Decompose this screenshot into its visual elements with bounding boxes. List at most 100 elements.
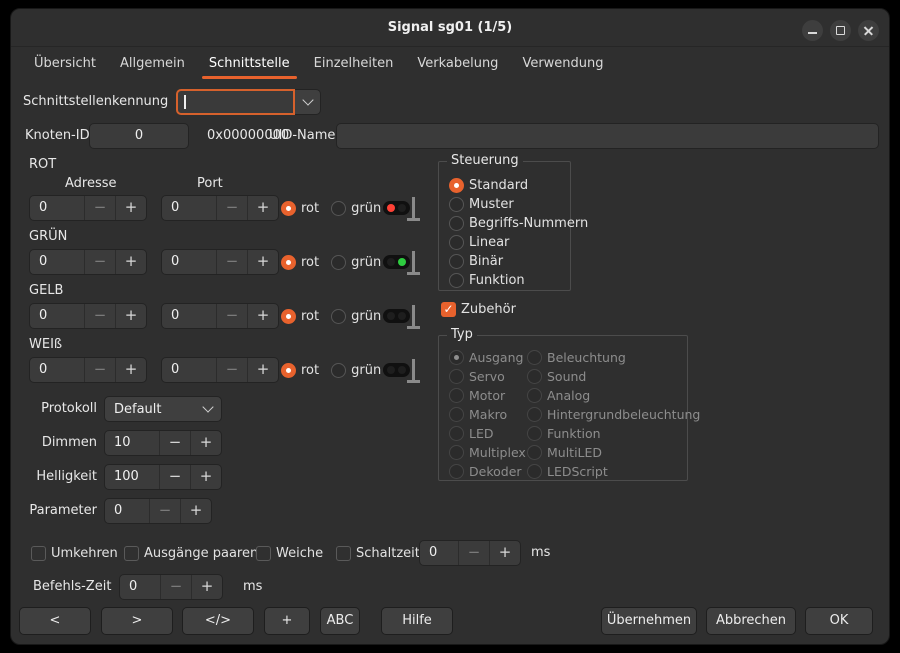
increment-button[interactable]: + [247,304,278,328]
gruen-address-spinbutton[interactable]: 0 − + [29,249,147,275]
tab-verkabelung[interactable]: Verkabelung [405,47,510,80]
increment-button[interactable]: + [489,541,520,565]
schaltzeit-spinbutton[interactable]: 0 − + [419,540,521,566]
spin-value[interactable]: 0 [105,499,149,523]
abc-button[interactable]: ABC [320,607,360,635]
decrement-button[interactable]: − [216,250,247,274]
schnittstellenkennung-input[interactable] [176,89,295,115]
increment-button[interactable]: + [115,196,146,220]
rot-radio[interactable] [281,254,296,270]
funktion-radio[interactable] [449,272,464,288]
helligkeit-spinbutton[interactable]: 100 − + [104,464,222,490]
increment-button[interactable]: + [247,196,278,220]
spin-value[interactable]: 100 [105,465,159,489]
decrement-button[interactable]: − [159,431,190,455]
standard-radio[interactable] [449,177,464,193]
tab-schnittstelle[interactable]: Schnittstelle [197,47,302,80]
gruen-port-spinbutton[interactable]: 0 − + [161,249,279,275]
tab-uebersicht[interactable]: Übersicht [22,47,108,80]
knoten-id-input[interactable]: 0 [89,123,189,149]
gruen-radio[interactable] [331,254,347,270]
zubehoer-checkbox[interactable] [441,301,456,317]
schnittstellenkennung-dropdown-button[interactable] [295,89,321,115]
spin-value[interactable]: 0 [420,541,458,565]
decrement-button[interactable]: − [216,196,247,220]
spin-value[interactable]: 0 [30,250,84,274]
next-button[interactable]: > [101,607,173,635]
gruen-radio[interactable] [331,308,347,324]
rot-radio[interactable] [281,200,296,216]
increment-button[interactable]: + [190,465,221,489]
binaer-radio[interactable] [449,253,464,269]
signal-lamp-1 [387,366,395,374]
befehls-zeit-spinbutton[interactable]: 0 − + [119,574,223,600]
rot-radio[interactable] [281,362,296,378]
uid-name-input[interactable] [336,123,879,149]
gelb-port-spinbutton[interactable]: 0 − + [161,303,279,329]
rot-radio[interactable] [281,308,296,324]
decrement-button[interactable]: − [84,196,115,220]
weiche-checkbox[interactable] [256,545,271,561]
maximize-button[interactable] [830,20,851,41]
increment-button[interactable]: + [115,304,146,328]
increment-button[interactable]: + [191,575,222,599]
spin-value[interactable]: 0 [30,304,84,328]
help-button[interactable]: Hilfe [381,607,453,635]
tab-allgemein[interactable]: Allgemein [108,47,197,80]
gelb-address-spinbutton[interactable]: 0 − + [29,303,147,329]
decrement-button[interactable]: − [216,358,247,382]
typ-option-dekoder: Dekoder [449,462,522,480]
window-title: Signal sg01 (1/5) [387,20,513,35]
decrement-button[interactable]: − [84,304,115,328]
tab-einzelheiten[interactable]: Einzelheiten [302,47,406,80]
spin-value[interactable]: 0 [30,196,84,220]
increment-button[interactable]: + [247,358,278,382]
spin-value[interactable]: 0 [162,304,216,328]
schaltzeit-checkbox[interactable] [336,545,351,561]
weiss-address-spinbutton[interactable]: 0 − + [29,357,147,383]
prev-button[interactable]: < [19,607,91,635]
tab-verwendung[interactable]: Verwendung [510,47,615,80]
rot-address-spinbutton[interactable]: 0 − + [29,195,147,221]
apply-button[interactable]: Übernehmen [601,607,697,635]
decrement-button[interactable]: − [458,541,489,565]
increment-button[interactable]: + [190,431,221,455]
begriffs-nummern-radio[interactable] [449,215,464,231]
spin-value[interactable]: 0 [162,196,216,220]
umkehren-checkbox[interactable] [31,545,46,561]
increment-button[interactable]: + [247,250,278,274]
spin-value[interactable]: 0 [162,358,216,382]
spin-value[interactable]: 0 [30,358,84,382]
typ-option-sound: Sound [527,367,586,385]
protokoll-dropdown[interactable]: Default [104,396,222,422]
minimize-button[interactable] [802,20,823,41]
decrement-button[interactable]: − [159,465,190,489]
code-button[interactable]: </> [182,607,254,635]
dimmen-spinbutton[interactable]: 10 − + [104,430,222,456]
spin-value[interactable]: 0 [120,575,160,599]
decrement-button[interactable]: − [84,250,115,274]
ausgaenge-paaren-checkbox[interactable] [124,545,139,561]
parameter-spinbutton[interactable]: 0 − + [104,498,212,524]
cancel-button[interactable]: Abbrechen [706,607,796,635]
increment-button[interactable]: + [180,499,211,523]
gruen-radio[interactable] [331,200,347,216]
ausgaenge-paaren-label: Ausgänge paaren [144,545,259,561]
increment-button[interactable]: + [115,358,146,382]
add-button[interactable]: + [264,607,310,635]
increment-button[interactable]: + [115,250,146,274]
address-column-header: Adresse [65,176,117,191]
decrement-button[interactable]: − [216,304,247,328]
muster-radio[interactable] [449,196,464,212]
ok-button[interactable]: OK [805,607,873,635]
linear-radio[interactable] [449,234,464,250]
gruen-radio[interactable] [331,362,347,378]
spin-value[interactable]: 10 [105,431,159,455]
rot-port-spinbutton[interactable]: 0 − + [161,195,279,221]
decrement-button[interactable]: − [160,575,191,599]
weiss-port-spinbutton[interactable]: 0 − + [161,357,279,383]
decrement-button[interactable]: − [84,358,115,382]
close-button[interactable] [858,20,879,41]
spin-value[interactable]: 0 [162,250,216,274]
decrement-button[interactable]: − [149,499,180,523]
